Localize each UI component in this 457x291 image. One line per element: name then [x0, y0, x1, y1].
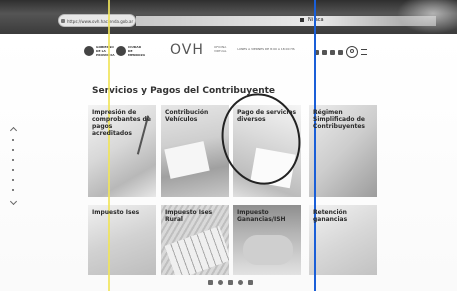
emblem-icon [116, 46, 126, 56]
crest-icon [84, 46, 94, 56]
user-account-icon[interactable] [346, 46, 358, 58]
tile-impuesto-ganancias[interactable]: Impuesto Ganancias/ISH [233, 205, 301, 275]
address-bar[interactable]: https://www.ovh.hacienda.gob.ar [58, 14, 136, 27]
keyboard-graphic [164, 226, 229, 275]
tile-label: Impuesto Ises Rural [165, 209, 213, 223]
twitter-icon[interactable] [322, 49, 327, 55]
settings-icon[interactable] [248, 280, 253, 285]
document-graphic [164, 141, 210, 179]
grid-icon[interactable] [208, 280, 213, 285]
lock-icon [61, 19, 65, 23]
menu-icon[interactable] [361, 49, 367, 55]
city-logo-text: CIUDAD DE MENDOZA [128, 45, 146, 57]
screenshot: https://www.ovh.hacienda.gob.ar Ni aca G… [0, 0, 457, 291]
paper-graphic [250, 147, 296, 189]
tile-label: Impuesto Ises [92, 209, 140, 216]
search-icon[interactable] [218, 280, 223, 285]
yellow-guide-line [108, 0, 110, 291]
tile-regimen-simplificado[interactable]: Régimen Simplificado de Contribuyentes [309, 105, 377, 197]
tile-impuesto-ises[interactable]: Impuesto Ises [88, 205, 156, 275]
site-header: GOBIERNO DE LA PROVINCIA CIUDAD DE MENDO… [84, 40, 384, 62]
tile-pago-servicios-diversos[interactable]: Pago de servicios diversos [233, 105, 301, 197]
tile-label: Régimen Simplificado de Contribuyentes [313, 109, 366, 130]
tile-impuesto-ises-rural[interactable]: Impuesto Ises Rural [161, 205, 229, 275]
side-pagination [9, 126, 18, 206]
pagination-dot[interactable] [12, 189, 14, 191]
toolbar-strip [136, 16, 436, 26]
page-title: Servicios y Pagos del Contribuyente [92, 86, 276, 96]
browser-toolbar: https://www.ovh.hacienda.gob.ar Ni aca [0, 0, 457, 34]
hand-graphic [243, 235, 293, 265]
tile-retencion-ganancias[interactable]: Retención ganancias [309, 205, 377, 275]
chevron-up-icon[interactable] [9, 126, 18, 135]
ovh-logo-subtitle: OFICINA VIRTUAL [214, 45, 227, 53]
header-icons [314, 46, 367, 58]
tile-contribucion-vehiculos[interactable]: Contribución Vehículos [161, 105, 229, 197]
blue-guide-line [314, 0, 316, 291]
tile-label: Retención ganancias [313, 209, 348, 223]
instagram-icon[interactable] [330, 49, 335, 55]
pagination-dot[interactable] [12, 149, 14, 151]
tile-impresion-comprobantes[interactable]: Impresión de comprobantes de pagos acred… [88, 105, 156, 197]
pagination-dot[interactable] [12, 179, 14, 181]
bottom-controls [208, 280, 253, 285]
address-text: https://www.ovh.hacienda.gob.ar [67, 19, 134, 24]
ovh-logo[interactable]: OVH [170, 42, 204, 58]
tile-label: Contribución Vehículos [165, 109, 209, 123]
list-icon[interactable] [228, 280, 233, 285]
pagination-dot[interactable] [12, 159, 14, 161]
youtube-icon[interactable] [338, 49, 343, 55]
tile-label: Impresión de comprobantes de pagos acred… [92, 109, 151, 137]
city-logo[interactable]: CIUDAD DE MENDOZA [116, 44, 146, 58]
tile-label: Impuesto Ganancias/ISH [237, 209, 286, 223]
pagination-dot[interactable] [12, 139, 14, 141]
circle-icon[interactable] [238, 280, 243, 285]
tile-label: Pago de servicios diversos [237, 109, 297, 123]
screen-glare [397, 0, 457, 34]
chevron-down-icon[interactable] [9, 197, 18, 206]
header-info-text: LUNES A VIERNES DE 8:00 A 18:00 HS [237, 47, 295, 51]
pagination-dot[interactable] [12, 169, 14, 171]
